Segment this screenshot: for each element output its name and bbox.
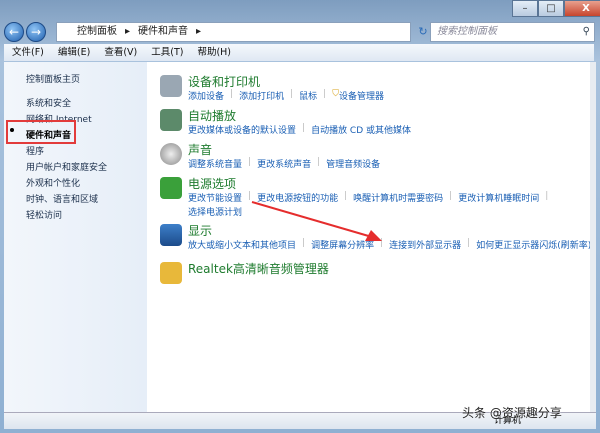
menu-file[interactable]: 文件(F) [12,44,44,61]
menu-bar: 文件(F) 编辑(E) 查看(V) 工具(T) 帮助(H) [4,44,594,61]
search-placeholder: 搜索控制面板 [437,26,497,37]
category-title[interactable]: 电源选项 [188,175,236,192]
link[interactable]: 更改系统声音 [257,157,311,170]
sidebar-item-access[interactable]: 轻松访问 [26,208,62,221]
maximize-button[interactable]: □ [538,0,564,17]
sidebar-item-security[interactable]: 系统和安全 [26,96,71,109]
sidebar-home[interactable]: 控制面板主页 [26,72,80,85]
sidebar-item-clock[interactable]: 时钟、语言和区域 [26,192,98,205]
monitor-icon [160,224,182,246]
crumb-hardware-sound[interactable]: 硬件和声音 [138,23,188,41]
scrollbar[interactable] [590,62,596,412]
shield-icon: ⛉ [332,89,339,102]
category-title[interactable]: Realtek高清晰音频管理器 [188,260,329,277]
autoplay-icon [160,109,182,131]
window-controls: – □ X [512,0,600,18]
search-input[interactable]: 搜索控制面板 ⚲ [430,22,595,42]
link[interactable]: 鼠标 [299,89,317,102]
speaker-icon [160,143,182,165]
search-icon[interactable]: ⚲ [583,23,590,41]
battery-icon [160,177,182,199]
menu-help[interactable]: 帮助(H) [197,44,231,61]
sidebar: 控制面板主页 系统和安全 网络和 Internet 硬件和声音 程序 用户帐户和… [4,62,147,412]
sidebar-item-appearance[interactable]: 外观和个性化 [26,176,80,189]
crumb-sep-icon: ▸ [125,23,130,41]
crumb-control-panel[interactable]: 控制面板 [77,23,117,41]
address-bar[interactable]: 控制面板 ▸ 硬件和声音 ▸ [56,22,411,42]
link[interactable]: 设备管理器 [339,89,384,102]
link[interactable]: 添加打印机 [239,89,284,102]
forward-button[interactable]: → [26,22,46,42]
crumb-sep-icon: ▸ [196,23,201,41]
red-arrow-annotation [247,197,387,247]
menu-view[interactable]: 查看(V) [104,44,137,61]
printer-icon [160,75,182,97]
back-button[interactable]: ← [4,22,24,42]
sidebar-item-programs[interactable]: 程序 [26,144,44,157]
realtek-icon [160,262,182,284]
sidebar-item-users[interactable]: 用户帐户和家庭安全 [26,160,107,173]
category-title[interactable]: 显示 [188,222,212,239]
menu-tools[interactable]: 工具(T) [151,44,183,61]
link[interactable]: 自动播放 CD 或其他媒体 [311,123,411,136]
category-title[interactable]: 设备和打印机 [188,73,260,90]
link[interactable]: 添加设备 [188,89,224,102]
link[interactable]: 更改节能设置 [188,191,242,204]
link[interactable]: 选择电源计划 [188,205,242,218]
watermark-credit: 头条 @资源趣分享 [462,404,562,421]
menu-edit[interactable]: 编辑(E) [58,44,90,61]
link[interactable]: 调整系统音量 [188,157,242,170]
link[interactable]: 更改媒体或设备的默认设置 [188,123,296,136]
link[interactable]: 连接到外部显示器 [389,238,461,251]
link[interactable]: 管理音频设备 [326,157,380,170]
close-button[interactable]: X [564,0,600,17]
link[interactable]: 如何更正显示器闪烁(刷新率) [476,238,591,251]
highlight-box [6,120,76,144]
category-title[interactable]: 自动播放 [188,107,236,124]
category-title[interactable]: 声音 [188,141,212,158]
minimize-button[interactable]: – [512,0,538,17]
main-pane: 设备和打印机 添加设备|添加打印机|鼠标|⛉设备管理器 自动播放 更改媒体或设备… [147,62,590,412]
link[interactable]: 更改计算机睡眠时间 [458,191,539,204]
